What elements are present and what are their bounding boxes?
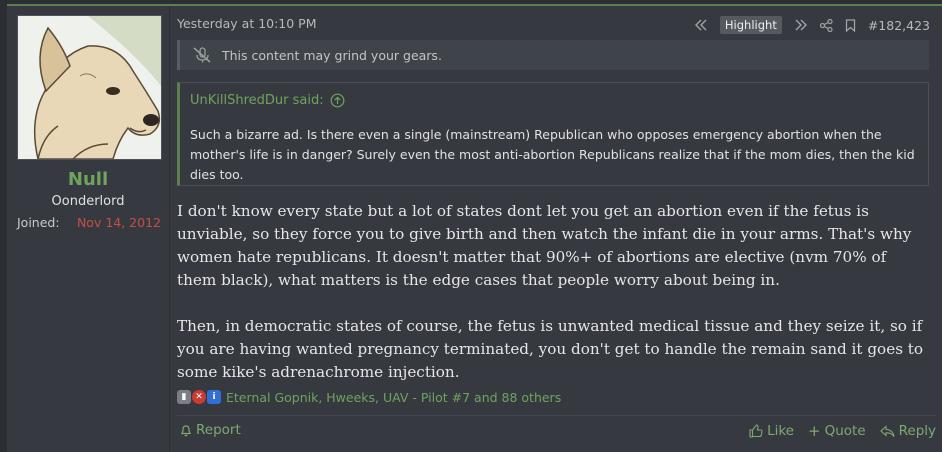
reply-arrow-icon <box>879 424 895 437</box>
avatar[interactable] <box>17 15 162 160</box>
dog-avatar-icon <box>18 16 161 159</box>
message-paragraph: Then, in democratic states of course, th… <box>177 317 924 381</box>
reactions-bar: ▮ ✕ i Eternal Gopnik, Hweeks, UAV - Pilo… <box>177 388 561 406</box>
post-timestamp[interactable]: Yesterday at 10:10 PM <box>177 16 317 31</box>
footer-divider <box>177 415 936 416</box>
quote-label: Quote <box>824 423 866 439</box>
quote-author[interactable]: UnKillShredDur said: <box>190 93 324 108</box>
post-tools: Highlight #182,423 <box>694 15 930 35</box>
thumbs-up-icon <box>749 424 763 438</box>
report-button[interactable]: Report <box>180 422 241 438</box>
arrow-up-circle-icon[interactable] <box>330 93 345 108</box>
reply-label: Reply <box>898 423 936 439</box>
share-icon[interactable] <box>819 18 833 32</box>
quote-button[interactable]: + Quote <box>808 422 866 440</box>
joined-date: Nov 14, 2012 <box>76 215 161 230</box>
trigger-warning-text: This content may grind your gears. <box>222 47 442 63</box>
reply-button[interactable]: Reply <box>879 422 936 440</box>
quote-block: UnKillShredDur said: Such a bizarre ad. … <box>177 82 929 186</box>
reactions-list[interactable]: Eternal Gopnik, Hweeks, UAV - Pilot #7 a… <box>226 390 561 405</box>
post-main: Yesterday at 10:10 PM Highlight #182,423 <box>170 6 942 452</box>
next-highlight-icon[interactable] <box>794 19 808 31</box>
quote-header[interactable]: UnKillShredDur said: <box>190 93 345 108</box>
quote-text: Such a bizarre ad. Is there even a singl… <box>190 127 915 182</box>
user-title: Oonderlord <box>51 194 125 209</box>
user-info-panel: Null Oonderlord Joined: Nov 14, 2012 <box>7 6 170 452</box>
bell-icon <box>180 424 192 436</box>
trash-reaction-icon[interactable]: ▮ <box>177 390 191 404</box>
like-label: Like <box>767 423 794 439</box>
post-number[interactable]: #182,423 <box>868 18 930 33</box>
post-actions: Like + Quote Reply <box>749 422 936 440</box>
highlight-button[interactable]: Highlight <box>719 16 782 34</box>
previous-highlight-icon[interactable] <box>694 19 708 31</box>
x-reaction-icon[interactable]: ✕ <box>192 390 206 404</box>
muted-mic-icon <box>193 47 211 63</box>
report-label: Report <box>196 422 241 438</box>
trigger-warning: This content may grind your gears. <box>177 40 929 70</box>
message-paragraph: I don't know every state but a lot of st… <box>177 202 912 289</box>
post-message: I don't know every state but a lot of st… <box>177 200 929 384</box>
like-button[interactable]: Like <box>749 422 794 440</box>
joined-label: Joined: <box>17 215 60 230</box>
username[interactable]: Null <box>7 169 169 190</box>
forum-post: Null Oonderlord Joined: Nov 14, 2012 Yes… <box>7 4 942 452</box>
plus-icon: + <box>807 422 821 440</box>
info-reaction-icon[interactable]: i <box>207 390 221 404</box>
bookmark-icon[interactable] <box>845 18 856 32</box>
